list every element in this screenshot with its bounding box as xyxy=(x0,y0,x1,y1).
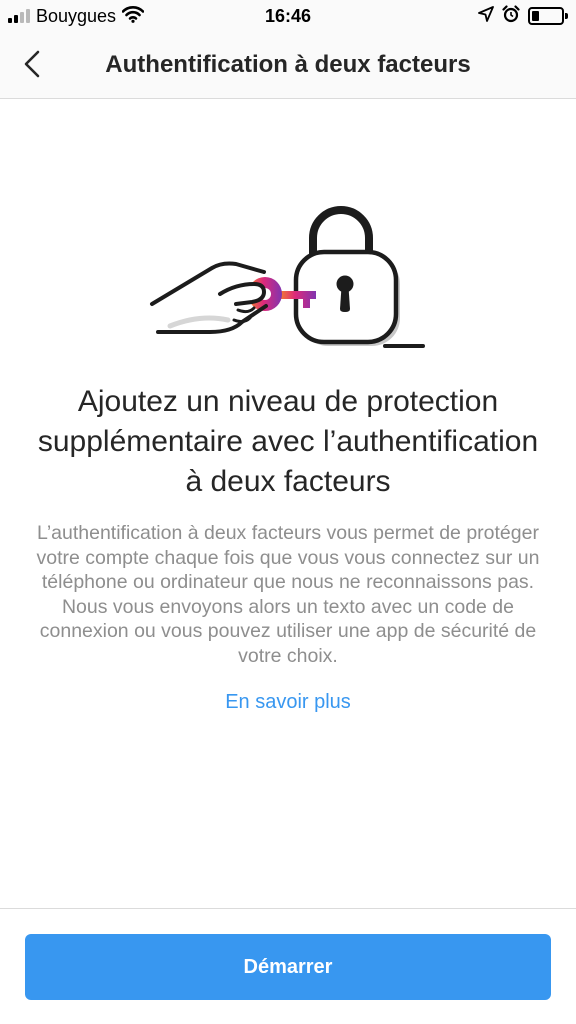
main-heading: Ajoutez un niveau de protection suppléme… xyxy=(37,385,539,498)
learn-more-link[interactable]: En savoir plus xyxy=(0,688,576,716)
description-text: L’authentification à deux facteurs vous … xyxy=(36,522,540,667)
start-button[interactable]: Démarrer xyxy=(25,934,551,1000)
back-button[interactable] xyxy=(12,44,52,84)
footer-divider xyxy=(0,908,576,909)
status-bar-right xyxy=(478,4,568,28)
chevron-left-icon xyxy=(24,50,40,78)
page-title: Authentification à deux facteurs xyxy=(105,51,471,78)
nav-bar: Authentification à deux facteurs xyxy=(0,32,576,99)
battery-icon xyxy=(528,7,568,25)
hand-key-padlock-illustration xyxy=(140,196,440,356)
alarm-icon xyxy=(502,4,520,28)
battery-level xyxy=(532,11,539,21)
location-arrow-icon xyxy=(478,5,494,27)
status-bar: Bouygues 16:46 xyxy=(0,0,576,32)
